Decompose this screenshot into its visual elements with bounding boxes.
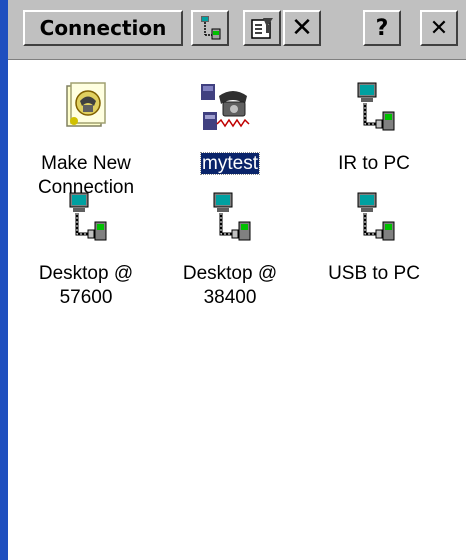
make-connection-icon xyxy=(66,82,106,127)
connection-menu-button[interactable]: Connection xyxy=(23,10,183,46)
direct-connection-icon xyxy=(69,192,107,241)
left-edge-strip xyxy=(0,0,8,560)
close-button[interactable]: ✕ xyxy=(420,10,458,46)
item-label: Desktop @ 57600 xyxy=(38,263,134,308)
modem-connection-icon xyxy=(201,84,250,130)
delete-icon: ✕ xyxy=(291,13,313,43)
connection-item-desktop-57600[interactable]: Desktop @ 57600 xyxy=(16,192,156,312)
direct-connection-icon xyxy=(213,192,251,241)
properties-button[interactable] xyxy=(243,10,281,46)
connection-item-desktop-38400[interactable]: Desktop @ 38400 xyxy=(160,192,300,312)
connection-item-usb-to-pc[interactable]: USB to PC xyxy=(304,192,444,312)
connections-view: Make New Connection mytest IR to PC Desk… xyxy=(8,60,466,560)
item-label: IR to PC xyxy=(338,153,410,174)
close-icon: ✕ xyxy=(429,15,449,41)
item-label: USB to PC xyxy=(328,263,420,284)
item-label: mytest xyxy=(200,152,260,175)
help-button[interactable]: ? xyxy=(363,10,401,46)
connection-item-ir-to-pc[interactable]: IR to PC xyxy=(304,82,444,202)
connect-icon xyxy=(201,16,221,40)
properties-icon xyxy=(251,18,273,39)
toolbar: Connection ✕ ? ✕ xyxy=(8,0,466,60)
connect-button[interactable] xyxy=(191,10,229,46)
connection-item-mytest[interactable]: mytest xyxy=(160,82,300,202)
item-label-wrap: mytest xyxy=(160,152,300,176)
item-label: Desktop @ 38400 xyxy=(182,263,278,308)
help-icon: ? xyxy=(375,15,389,41)
direct-connection-icon xyxy=(357,192,395,241)
connection-menu-label: Connection xyxy=(39,16,167,40)
connection-item-make-new[interactable]: Make New Connection xyxy=(16,82,156,202)
direct-connection-icon xyxy=(357,82,395,131)
delete-button[interactable]: ✕ xyxy=(283,10,321,46)
